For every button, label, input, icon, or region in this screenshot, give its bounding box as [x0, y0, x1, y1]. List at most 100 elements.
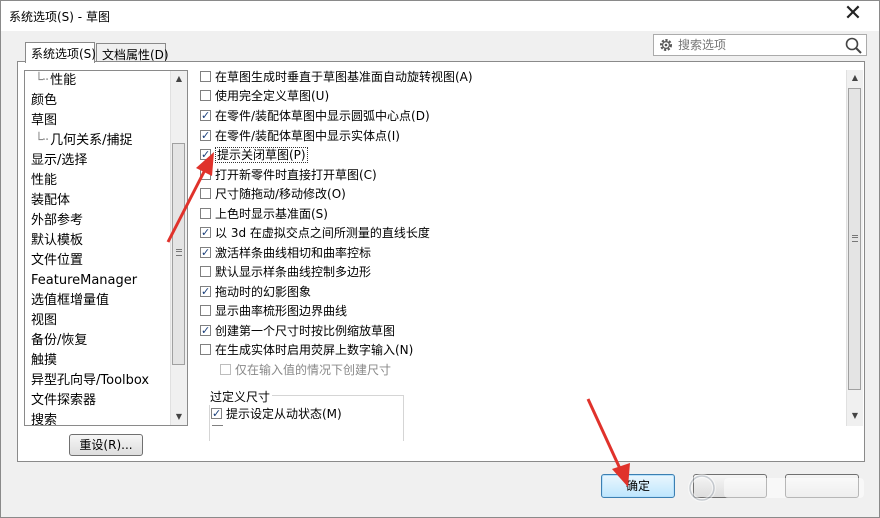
scroll-up-icon[interactable]: ▲ — [847, 70, 863, 86]
option-label: 在零件/装配体草图中显示实体点(I) — [215, 129, 400, 143]
option-label: 使用完全定义草图(U) — [215, 89, 330, 103]
option-label: 以 3d 在虚拟交点之间所测量的直线长度 — [215, 226, 430, 240]
checkbox[interactable] — [200, 71, 211, 82]
tree-item-featuremanager[interactable]: FeatureManager — [31, 271, 137, 291]
tree-item-colors[interactable]: 颜色 — [31, 91, 57, 111]
option-label: 创建第一个尺寸时按比例缩放草图 — [215, 324, 396, 338]
tree-item-file-locations[interactable]: 文件位置 — [31, 251, 83, 271]
tree-item-file-explorer[interactable]: 文件探索器 — [31, 391, 96, 411]
tree-item-backup-recover[interactable]: 备份/恢复 — [31, 331, 87, 351]
tree-item-search[interactable]: 搜索 — [31, 411, 57, 425]
reset-button[interactable]: 重设(R)... — [69, 434, 143, 456]
checkbox[interactable] — [200, 127, 211, 145]
window-title: 系统选项(S) - 草图 — [9, 10, 110, 24]
group-label: 过定义尺寸 — [208, 388, 273, 405]
tree-item-sketch[interactable]: 草图 — [31, 111, 57, 131]
scroll-thumb[interactable] — [172, 143, 185, 365]
search-icon[interactable] — [844, 36, 864, 56]
checkbox[interactable] — [200, 90, 211, 101]
option-label: 打开新零件时直接打开草图(C) — [215, 168, 377, 182]
tab-document-properties[interactable]: 文档属性(D) — [96, 43, 169, 62]
tree-item-display-selection[interactable]: 显示/选择 — [31, 151, 87, 171]
grip-icon — [852, 235, 858, 242]
checkbox — [220, 364, 231, 375]
option-line-length-3d-virtual-sharps[interactable]: 以 3d 在虚拟交点之间所测量的直线长度 — [200, 224, 430, 242]
checkbox[interactable] — [200, 322, 211, 340]
checkbox[interactable] — [200, 107, 211, 125]
option-label: 默认显示样条曲线控制多边形 — [215, 265, 372, 279]
checkbox[interactable] — [200, 146, 211, 164]
scroll-up-icon[interactable]: ▲ — [171, 71, 187, 87]
option-auto-rotate-view[interactable]: 在草图生成时垂直于草图基准面自动旋转视图(A) — [200, 68, 473, 86]
checkbox[interactable] — [200, 344, 211, 355]
checkbox[interactable] — [200, 244, 211, 262]
option-label: 在零件/装配体草图中显示圆弧中心点(D) — [215, 109, 430, 123]
checkbox[interactable] — [200, 224, 211, 242]
option-label: 尺寸随拖动/移动修改(O) — [215, 187, 346, 201]
tree-item-touch[interactable]: 触摸 — [31, 351, 57, 371]
tree-item-view[interactable]: 视图 — [31, 311, 57, 331]
option-fully-defined-sketches[interactable]: 使用完全定义草图(U) — [200, 87, 329, 105]
option-label: 仅在输入值的情况下创建尺寸 — [235, 363, 392, 377]
option-label: 上色时显示基准面(S) — [215, 207, 328, 221]
grip-icon — [176, 249, 182, 256]
option-label: 在生成实体时启用荧屏上数字输入(N) — [215, 343, 414, 357]
checkbox[interactable] — [200, 188, 211, 199]
checkbox[interactable] — [200, 266, 211, 277]
tree-item-external-references[interactable]: 外部参考 — [31, 211, 83, 231]
tree-item-label: 几何关系/捕捉 — [50, 133, 133, 148]
option-label: 拖动时的幻影图象 — [215, 285, 312, 299]
close-icon[interactable]: ✕ — [833, 2, 873, 26]
tree-item-label: 性能 — [50, 73, 77, 88]
option-scale-sketch-first-dimension[interactable]: 创建第一个尺寸时按比例缩放草图 — [200, 322, 395, 340]
option-display-arc-centerpoints[interactable]: 在零件/装配体草图中显示圆弧中心点(D) — [200, 107, 430, 125]
tree-item-performance-sub[interactable]: └·· 性能 — [35, 71, 76, 91]
scroll-down-icon[interactable]: ▼ — [171, 409, 187, 425]
tree-item-default-templates[interactable]: 默认模板 — [31, 231, 83, 251]
tree-item-relations-snaps[interactable]: └·· 几何关系/捕捉 — [35, 131, 132, 151]
tab-system-options[interactable]: 系统选项(S) — [25, 42, 96, 63]
tree-item-spin-box-increments[interactable]: 选值框增量值 — [31, 291, 109, 311]
option-spline-control-polygon[interactable]: 默认显示样条曲线控制多边形 — [200, 263, 371, 281]
option-curvature-comb-bounding-curve[interactable]: 显示曲率梳形图边界曲线 — [200, 302, 347, 320]
option-onscreen-numeric-input[interactable]: 在生成实体时启用荧屏上数字输入(N) — [200, 341, 413, 359]
tree-connector: └·· — [35, 133, 49, 148]
title-bar: 系统选项(S) - 草图 ✕ — [1, 1, 879, 31]
option-create-dim-only-when-value-entered: 仅在输入值的情况下创建尺寸 — [220, 361, 391, 379]
options-scrollbar[interactable]: ▲ ▼ — [846, 70, 863, 426]
option-open-new-part-in-sketch[interactable]: 打开新零件时直接打开草图(C) — [200, 166, 377, 184]
options-tree: └·· 性能 颜色 草图 └·· 几何关系/捕捉 显示/选择 性能 装配体 外部参考… — [24, 70, 188, 426]
option-override-dims-on-drag[interactable]: 尺寸随拖动/移动修改(O) — [200, 185, 346, 203]
checkbox[interactable] — [200, 208, 211, 219]
option-prompt-close-sketch[interactable]: 提示关闭草图(P) — [200, 146, 308, 164]
checkbox — [212, 425, 223, 426]
tree-connector: └·· — [35, 73, 49, 88]
ok-button[interactable]: 确定 — [601, 474, 675, 498]
option-label: 提示设定从动状态(M) — [226, 407, 342, 421]
tree-item-hole-wizard-toolbox[interactable]: 异型孔向导/Toolbox — [31, 371, 149, 391]
option-label: 显示曲率梳形图边界曲线 — [215, 304, 348, 318]
tree-scrollbar[interactable]: ▲ ▼ — [170, 71, 187, 425]
clipped-option-row — [212, 424, 402, 426]
checkbox[interactable] — [200, 305, 211, 316]
tree-item-performance[interactable]: 性能 — [31, 171, 57, 191]
option-label: 提示关闭草图(P) — [215, 147, 308, 163]
sketch-options-list: 在草图生成时垂直于草图基准面自动旋转视图(A) 使用完全定义草图(U) 在零件/… — [194, 68, 862, 426]
scroll-thumb[interactable] — [848, 88, 861, 390]
scroll-down-icon[interactable]: ▼ — [847, 408, 863, 424]
checkbox[interactable] — [200, 169, 211, 180]
gear-icon — [660, 39, 672, 51]
option-display-entity-points[interactable]: 在零件/装配体草图中显示实体点(I) — [200, 127, 400, 145]
option-ghost-image-on-drag[interactable]: 拖动时的幻影图象 — [200, 283, 311, 301]
option-label: 在草图生成时垂直于草图基准面自动旋转视图(A) — [215, 70, 473, 84]
checkbox[interactable] — [211, 405, 222, 423]
search-options-box[interactable] — [653, 34, 867, 56]
option-spline-tangency-curvature-handles[interactable]: 激活样条曲线相切和曲率控标 — [200, 244, 371, 262]
tree-item-assemblies[interactable]: 装配体 — [31, 191, 70, 211]
search-input[interactable] — [678, 36, 838, 54]
option-display-plane-when-shaded[interactable]: 上色时显示基准面(S) — [200, 205, 328, 223]
watermark-logo — [688, 474, 864, 502]
option-label: 激活样条曲线相切和曲率控标 — [215, 246, 372, 260]
option-prompt-driven-state[interactable]: 提示设定从动状态(M) — [211, 405, 342, 423]
checkbox[interactable] — [200, 283, 211, 301]
